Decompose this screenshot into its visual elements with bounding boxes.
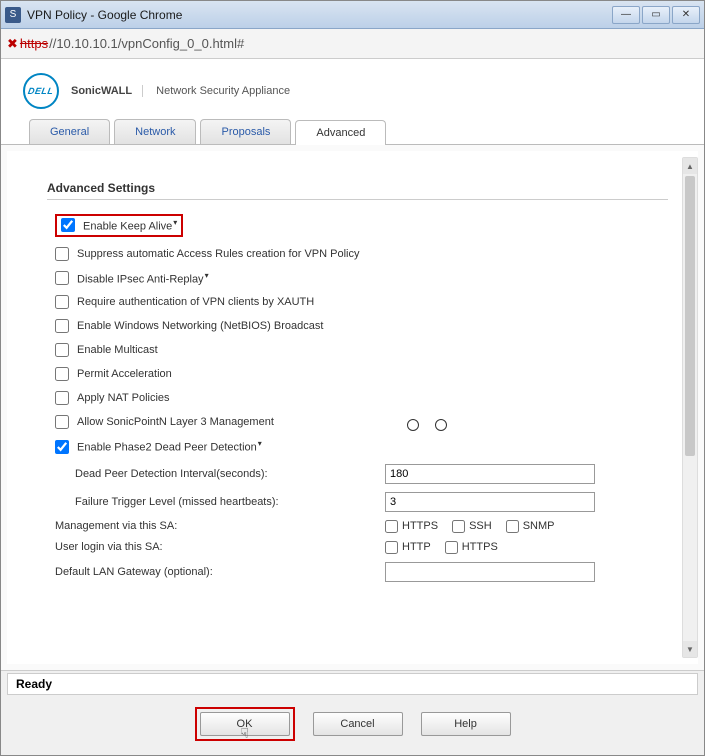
highlight-keepalive: Enable Keep Alive▾ <box>55 214 183 237</box>
radio-1[interactable] <box>407 419 419 431</box>
chk-multicast[interactable] <box>55 343 69 357</box>
opts-gateway <box>385 562 595 582</box>
opt-snmp: SNMP <box>506 520 555 533</box>
row-gateway: Default LAN Gateway (optional): <box>47 562 668 582</box>
row-dpd-failure: Failure Trigger Level (missed heartbeats… <box>47 492 668 512</box>
chk-mgmt-ssh[interactable] <box>452 520 465 533</box>
minimize-button[interactable]: — <box>612 6 640 24</box>
chk-netbios[interactable] <box>55 319 69 333</box>
radio-group <box>407 419 447 431</box>
lbl-gateway: Default LAN Gateway (optional): <box>55 566 385 578</box>
lbl-suppress: Suppress automatic Access Rules creation… <box>77 248 359 260</box>
radio-2[interactable] <box>435 419 447 431</box>
product-subtitle: Network Security Appliance <box>156 85 290 97</box>
chk-dpd[interactable] <box>55 440 69 454</box>
row-user-sa: User login via this SA: HTTP HTTPS <box>47 541 668 554</box>
lbl-keepalive: Enable Keep Alive▾ <box>83 218 177 233</box>
row-mgmt-sa: Management via this SA: HTTPS SSH SNMP <box>47 520 668 533</box>
help-button[interactable]: Help <box>421 712 511 736</box>
tab-advanced[interactable]: Advanced <box>295 120 386 145</box>
opts-mgmt-sa: HTTPS SSH SNMP <box>385 520 554 533</box>
chk-sonicpoint[interactable] <box>55 415 69 429</box>
chk-permitaccel[interactable] <box>55 367 69 381</box>
row-netbios: Enable Windows Networking (NetBIOS) Broa… <box>47 319 668 333</box>
scrollbar[interactable]: ▲ ▼ <box>682 157 698 658</box>
status-bar: Ready <box>7 673 698 695</box>
input-dpd-failure[interactable] <box>385 492 595 512</box>
brand-text: SonicWALL Network Security Appliance <box>71 85 290 97</box>
lbl-user-sa: User login via this SA: <box>55 541 385 553</box>
chrome-window: S VPN Policy - Google Chrome — ▭ ✕ ✖ htt… <box>0 0 705 756</box>
tab-network[interactable]: Network <box>114 119 196 144</box>
chk-suppress[interactable] <box>55 247 69 261</box>
lbl-mgmt-sa: Management via this SA: <box>55 520 385 532</box>
row-nat: Apply NAT Policies <box>47 391 668 405</box>
lbl-antireplay: Disable IPsec Anti-Replay▾ <box>77 271 209 286</box>
lbl-netbios: Enable Windows Networking (NetBIOS) Broa… <box>77 320 323 332</box>
row-suppress: Suppress automatic Access Rules creation… <box>47 247 668 261</box>
scroll-up-icon[interactable]: ▲ <box>683 158 697 174</box>
cancel-button[interactable]: Cancel <box>313 712 403 736</box>
chk-antireplay[interactable] <box>55 271 69 285</box>
row-xauth: Require authentication of VPN clients by… <box>47 295 668 309</box>
window-title: VPN Policy - Google Chrome <box>27 8 612 22</box>
row-multicast: Enable Multicast <box>47 343 668 357</box>
chk-user-https[interactable] <box>445 541 458 554</box>
titlebar: S VPN Policy - Google Chrome — ▭ ✕ <box>1 1 704 29</box>
lbl-nat: Apply NAT Policies <box>77 392 170 404</box>
row-sonicpoint: Allow SonicPointN Layer 3 Management <box>47 415 668 429</box>
opt-ssh: SSH <box>452 520 492 533</box>
address-bar[interactable]: ✖ https //10.10.10.1/vpnConfig_0_0.html# <box>1 29 704 59</box>
maximize-button[interactable]: ▭ <box>642 6 670 24</box>
lbl-multicast: Enable Multicast <box>77 344 158 356</box>
opt-https: HTTPS <box>385 520 438 533</box>
brand-row: DELL SonicWALL Network Security Applianc… <box>1 59 704 119</box>
lbl-dpd: Enable Phase2 Dead Peer Detection▾ <box>77 439 262 454</box>
row-dpd: Enable Phase2 Dead Peer Detection▾ <box>47 439 668 454</box>
chk-user-http[interactable] <box>385 541 398 554</box>
button-row: OK ☟ Cancel Help <box>1 697 704 755</box>
chk-nat[interactable] <box>55 391 69 405</box>
lbl-dpd-interval: Dead Peer Detection Interval(seconds): <box>75 468 385 480</box>
tab-row: General Network Proposals Advanced <box>1 119 704 145</box>
tab-general[interactable]: General <box>29 119 110 144</box>
ok-button[interactable]: OK ☟ <box>200 712 290 736</box>
row-keepalive: Enable Keep Alive▾ <box>47 214 668 237</box>
lbl-permitaccel: Permit Acceleration <box>77 368 172 380</box>
chk-mgmt-https[interactable] <box>385 520 398 533</box>
opt-user-https: HTTPS <box>445 541 498 554</box>
content-wrap: Advanced Settings Enable Keep Alive▾ Sup… <box>1 145 704 670</box>
row-antireplay: Disable IPsec Anti-Replay▾ <box>47 271 668 286</box>
product-name: SonicWALL <box>71 85 143 97</box>
lbl-xauth: Require authentication of VPN clients by… <box>77 296 314 308</box>
favicon-icon: S <box>5 7 21 23</box>
content: Advanced Settings Enable Keep Alive▾ Sup… <box>7 151 698 664</box>
footer: Ready OK ☟ Cancel Help <box>1 670 704 755</box>
lbl-dpd-failure: Failure Trigger Level (missed heartbeats… <box>75 496 385 508</box>
section-title: Advanced Settings <box>47 181 668 200</box>
row-dpd-interval: Dead Peer Detection Interval(seconds): <box>47 464 668 484</box>
input-gateway[interactable] <box>385 562 595 582</box>
scroll-down-icon[interactable]: ▼ <box>683 641 697 657</box>
tab-proposals[interactable]: Proposals <box>200 119 291 144</box>
opts-user-sa: HTTP HTTPS <box>385 541 498 554</box>
window-buttons: — ▭ ✕ <box>612 6 700 24</box>
scheme-struck: https <box>20 36 48 51</box>
input-dpd-interval[interactable] <box>385 464 595 484</box>
chk-mgmt-snmp[interactable] <box>506 520 519 533</box>
chk-keepalive[interactable] <box>61 218 75 232</box>
dell-logo-icon: DELL <box>23 73 59 109</box>
lbl-sonicpoint: Allow SonicPointN Layer 3 Management <box>77 416 274 428</box>
insecure-icon: ✖ <box>7 36 18 52</box>
close-button[interactable]: ✕ <box>672 6 700 24</box>
url-text: //10.10.10.1/vpnConfig_0_0.html# <box>49 36 244 51</box>
scroll-thumb[interactable] <box>685 176 695 456</box>
row-permitaccel: Permit Acceleration <box>47 367 668 381</box>
highlight-ok: OK ☟ <box>195 707 295 741</box>
chk-xauth[interactable] <box>55 295 69 309</box>
opt-user-http: HTTP <box>385 541 431 554</box>
